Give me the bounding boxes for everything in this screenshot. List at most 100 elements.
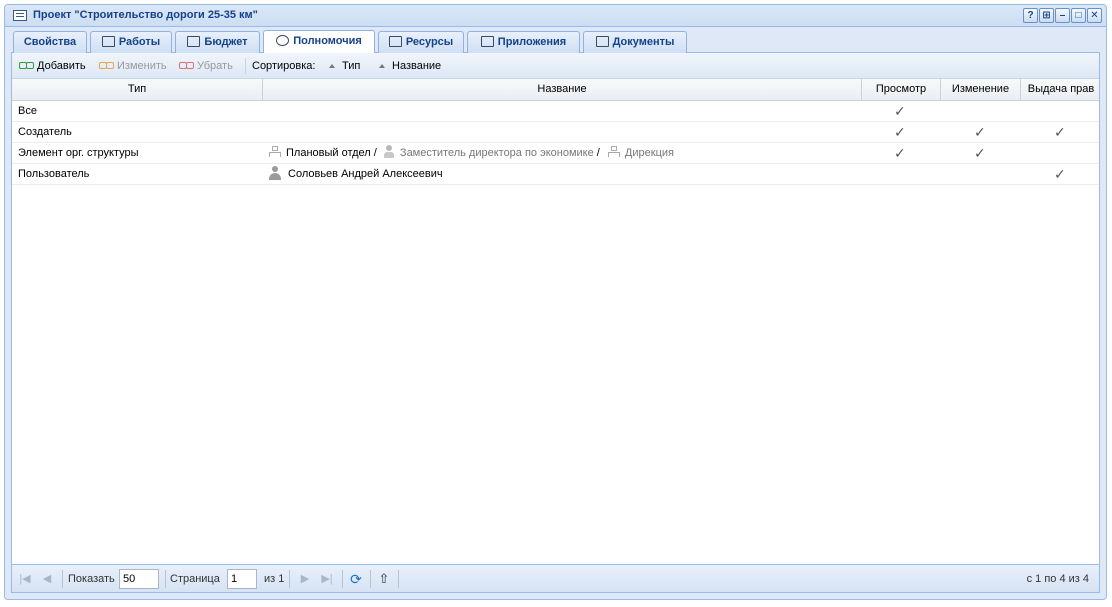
link-edit-icon	[99, 62, 114, 69]
pager-separator	[370, 570, 371, 588]
tab-label: Работы	[118, 36, 161, 48]
column-header-edit[interactable]: Изменение	[941, 79, 1021, 101]
remove-button[interactable]: Убрать	[179, 60, 233, 72]
table-row[interactable]: Пользователь Соловьев Андрей Алексеевич …	[12, 164, 1099, 185]
tab-documents[interactable]: Документы	[583, 31, 687, 53]
first-page-icon[interactable]: |◀	[18, 572, 32, 586]
window-title: Проект "Строительство дороги 25-35 км"	[33, 9, 258, 21]
add-button[interactable]: Добавить	[19, 60, 86, 72]
edit-check-icon: ✓	[974, 124, 986, 140]
page-label: Страница	[170, 573, 220, 585]
edit-label: Изменить	[117, 60, 167, 72]
page-count-label: из 1	[264, 573, 285, 585]
prev-page-icon[interactable]: ◀	[40, 572, 54, 586]
cell-type: Все	[18, 105, 37, 117]
project-icon	[13, 10, 27, 21]
tab-resources[interactable]: Ресурсы	[378, 31, 464, 53]
cell-name: Плановый отдел / Заместитель директора п…	[268, 143, 674, 164]
column-header-type[interactable]: Тип	[12, 79, 263, 101]
maximize-icon[interactable]: □	[1071, 8, 1086, 23]
tab-permissions[interactable]: Полномочия	[263, 30, 375, 53]
sort-asc-icon	[329, 64, 335, 68]
export-icon[interactable]: ⇧	[377, 572, 391, 586]
tab-label: Свойства	[23, 36, 77, 48]
add-label: Добавить	[37, 60, 86, 72]
refresh-icon[interactable]: ⟳	[349, 572, 363, 586]
user-name: Соловьев Андрей Алексеевич	[288, 168, 443, 180]
tasks-icon	[101, 36, 115, 47]
column-header-grant[interactable]: Выдача прав	[1021, 79, 1101, 101]
view-check-icon: ✓	[894, 145, 906, 161]
help-icon[interactable]: ?	[1023, 8, 1038, 23]
page-size-label: Показать	[68, 573, 115, 585]
org-path-part: Плановый отдел	[286, 147, 371, 159]
pager-separator	[62, 570, 63, 588]
view-check-icon: ✓	[894, 103, 906, 119]
edit-check-icon: ✓	[974, 145, 986, 161]
view-check-icon: ✓	[894, 124, 906, 140]
link-remove-icon	[179, 62, 194, 69]
edit-button[interactable]: Изменить	[99, 60, 167, 72]
grant-check-icon: ✓	[1054, 166, 1066, 182]
pager-separator	[342, 570, 343, 588]
cell-name: Соловьев Андрей Алексеевич	[268, 164, 443, 185]
sort-label: Сортировка:	[252, 60, 316, 72]
page-number-input[interactable]	[227, 569, 257, 589]
table-row[interactable]: Элемент орг. структуры Плановый отдел / …	[12, 143, 1099, 164]
org-unit-icon	[268, 146, 281, 158]
user-icon	[268, 166, 282, 180]
minimize-icon[interactable]: –	[1055, 8, 1070, 23]
sort-asc-icon	[379, 64, 385, 68]
tab-properties[interactable]: Свойства	[13, 31, 87, 53]
next-page-icon[interactable]: ▶	[298, 572, 312, 586]
tab-label: Документы	[612, 36, 675, 48]
org-path-part: Заместитель директора по экономике	[399, 147, 594, 159]
close-icon[interactable]: ✕	[1087, 8, 1102, 23]
remove-label: Убрать	[197, 60, 233, 72]
last-page-icon[interactable]: ▶|	[320, 572, 334, 586]
toolbar-separator	[245, 58, 246, 74]
paging-summary: с 1 по 4 из 4	[1026, 573, 1089, 585]
org-path-part: Дирекция	[624, 147, 674, 159]
sort-by-type-button[interactable]: Тип	[329, 60, 360, 72]
user-rights-icon	[276, 35, 290, 46]
tab-budget[interactable]: Бюджет	[175, 31, 260, 53]
pager-separator	[398, 570, 399, 588]
pager-separator	[165, 570, 166, 588]
page-size-input[interactable]	[119, 569, 159, 589]
pager-separator	[289, 570, 290, 588]
grant-check-icon: ✓	[1054, 124, 1066, 140]
paging-toolbar: |◀ ◀ Показать Страница из 1 ▶ ▶| ⟳ ⇧ с 1…	[12, 564, 1099, 592]
column-header-view[interactable]: Просмотр	[862, 79, 941, 101]
tab-label: Ресурсы	[405, 36, 454, 48]
tab-label: Приложения	[497, 36, 567, 48]
window-titlebar: Проект "Строительство дороги 25-35 км" ?…	[5, 5, 1106, 27]
project-window: Проект "Строительство дороги 25-35 км" ?…	[4, 4, 1107, 600]
sort-name-label: Название	[392, 60, 442, 72]
path-separator: /	[593, 147, 600, 159]
tab-label: Бюджет	[204, 36, 248, 48]
table-row[interactable]: Все ✓	[12, 101, 1099, 122]
tab-bar: Свойства Работы Бюджет Полномочия Ресурс…	[11, 28, 1100, 53]
window-tools: ? ⊞ – □ ✕	[1023, 8, 1102, 23]
cell-type: Элемент орг. структуры	[18, 147, 139, 159]
position-icon	[383, 145, 394, 158]
tab-label: Полномочия	[293, 35, 362, 47]
sort-type-label: Тип	[342, 60, 361, 72]
org-unit-icon	[607, 146, 620, 158]
cell-type: Создатель	[18, 126, 72, 138]
tab-works[interactable]: Работы	[90, 31, 172, 53]
column-header-name[interactable]: Название	[263, 79, 862, 101]
binoculars-icon[interactable]: ⊞	[1039, 8, 1054, 23]
permissions-panel: Добавить Изменить Убрать Сортировка: Тип…	[11, 53, 1100, 593]
grid-header: Тип Название Просмотр Изменение Выдача п…	[12, 79, 1099, 101]
path-separator: /	[370, 147, 377, 159]
money-icon	[187, 36, 201, 47]
sort-by-name-button[interactable]: Название	[379, 60, 441, 72]
table-row[interactable]: Создатель ✓ ✓ ✓	[12, 122, 1099, 143]
cell-type: Пользователь	[18, 168, 90, 180]
attachment-icon	[480, 36, 494, 47]
folder-icon	[595, 36, 609, 47]
link-add-icon	[19, 62, 34, 69]
tab-attachments[interactable]: Приложения	[467, 31, 580, 53]
